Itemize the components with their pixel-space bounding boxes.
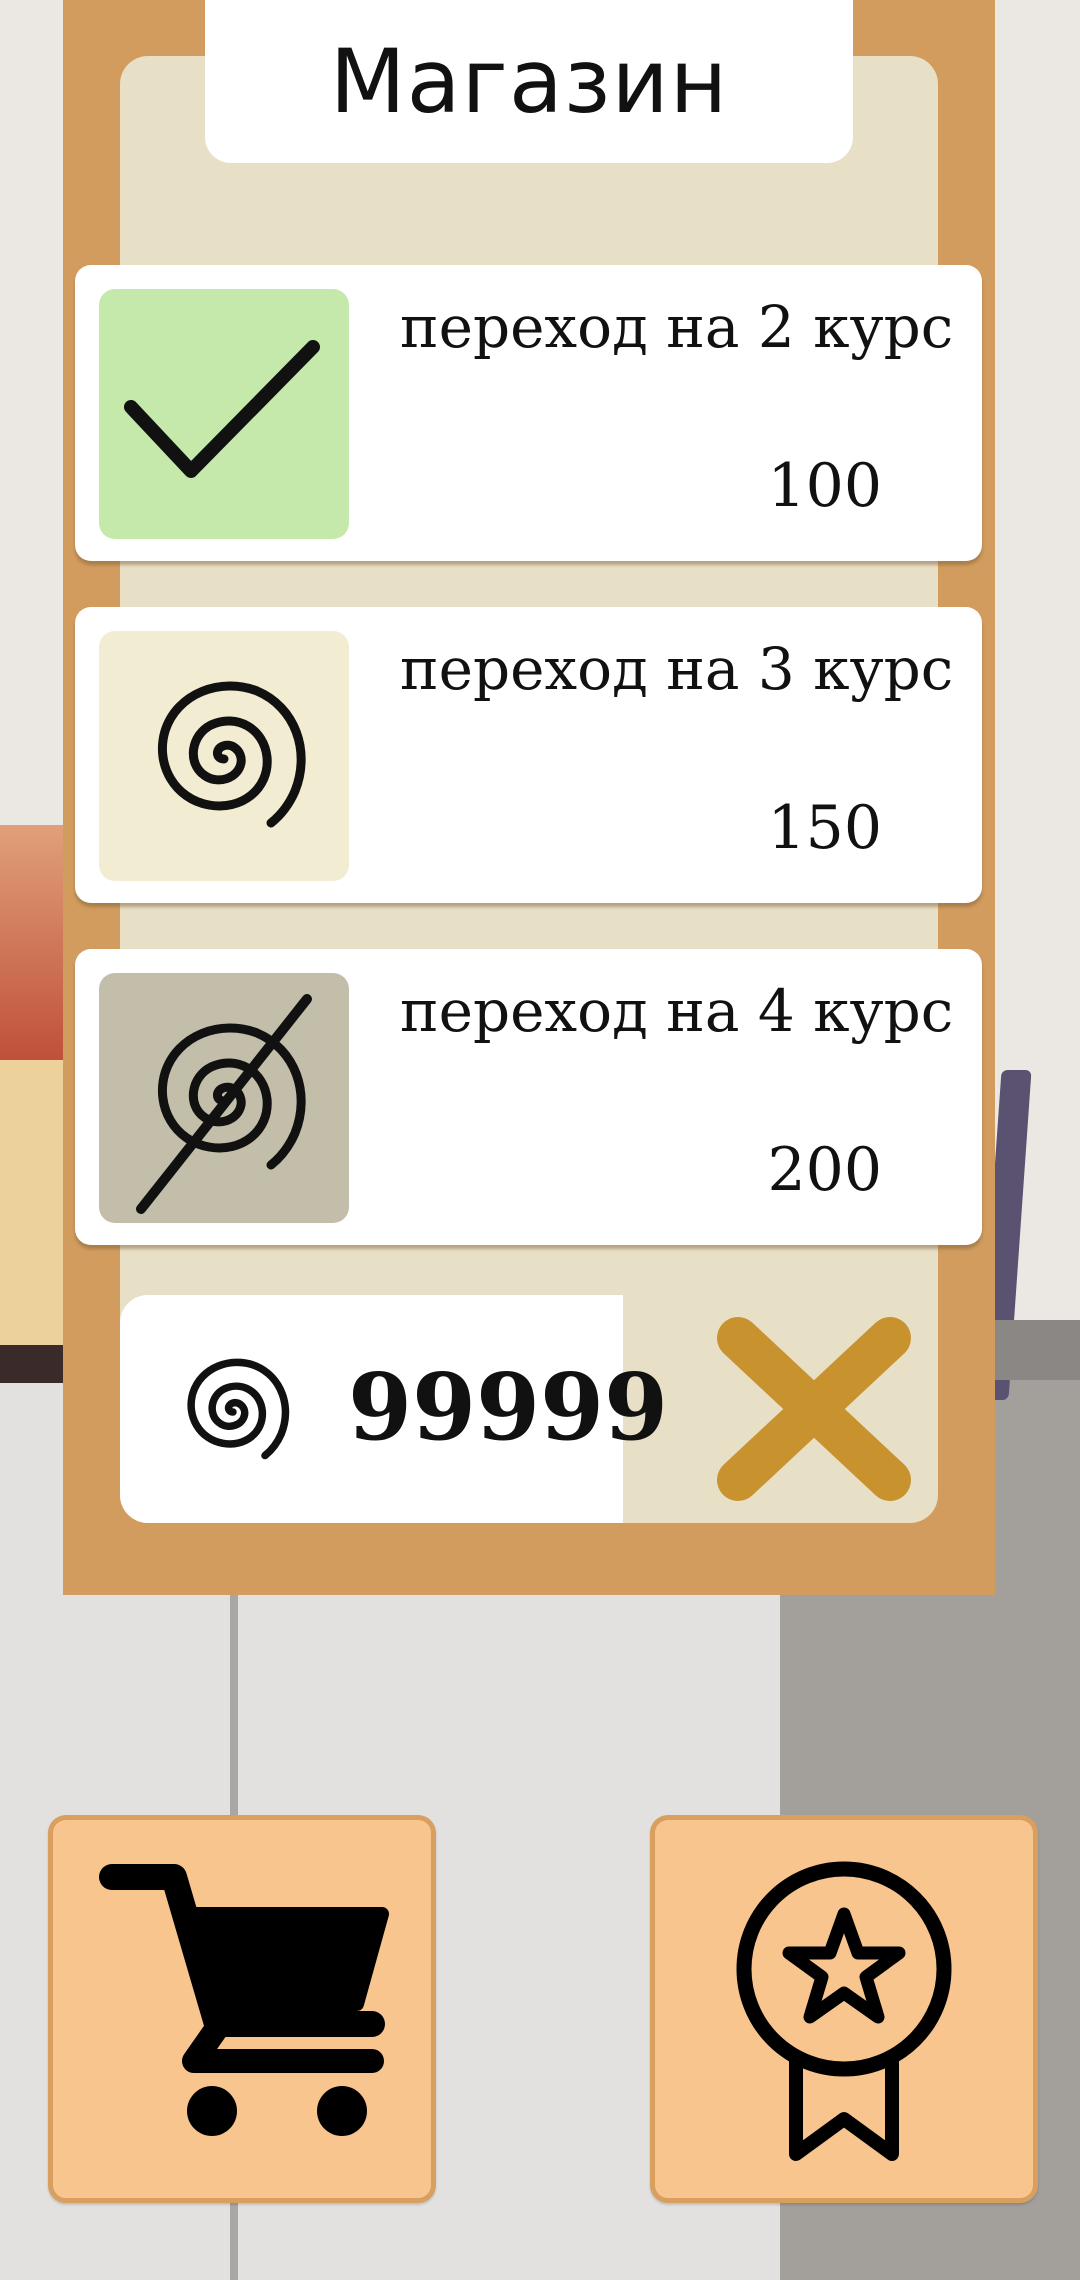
award-ribbon-icon bbox=[736, 1861, 952, 2161]
item-thumbnail bbox=[99, 289, 349, 539]
spiral-coin-icon bbox=[187, 1358, 290, 1460]
shop-button[interactable] bbox=[48, 1815, 436, 2203]
checkmark-icon bbox=[124, 340, 320, 478]
shopping-cart-icon bbox=[99, 1864, 389, 2136]
close-x-icon bbox=[717, 1317, 911, 1501]
background-object bbox=[0, 1345, 70, 1383]
shop-item-course-4[interactable]: переход на 4 курс 200 bbox=[75, 949, 982, 1245]
item-label: переход на 2 курс bbox=[400, 293, 954, 361]
shop-item-course-2[interactable]: переход на 2 курс 100 bbox=[75, 265, 982, 561]
balance-display: 99999 bbox=[120, 1295, 668, 1523]
achievements-button[interactable] bbox=[650, 1815, 1038, 2203]
close-button[interactable] bbox=[700, 1300, 930, 1520]
item-label: переход на 3 курс bbox=[400, 635, 954, 703]
shop-title-tab: Магазин bbox=[205, 0, 853, 163]
spiral-crossed-icon bbox=[136, 994, 312, 1214]
shop-title: Магазин bbox=[329, 30, 729, 133]
item-thumbnail bbox=[99, 973, 349, 1223]
balance-value: 99999 bbox=[348, 1353, 669, 1461]
item-thumbnail bbox=[99, 631, 349, 881]
background-object bbox=[0, 825, 70, 1060]
item-price: 200 bbox=[767, 1135, 882, 1205]
shop-item-course-3[interactable]: переход на 3 курс 150 bbox=[75, 607, 982, 903]
background-object bbox=[0, 1060, 70, 1345]
background-object bbox=[995, 1320, 1080, 1380]
item-price: 100 bbox=[767, 451, 882, 521]
spiral-coin-icon bbox=[157, 681, 306, 828]
item-price: 150 bbox=[767, 793, 882, 863]
item-label: переход на 4 курс bbox=[400, 977, 954, 1045]
